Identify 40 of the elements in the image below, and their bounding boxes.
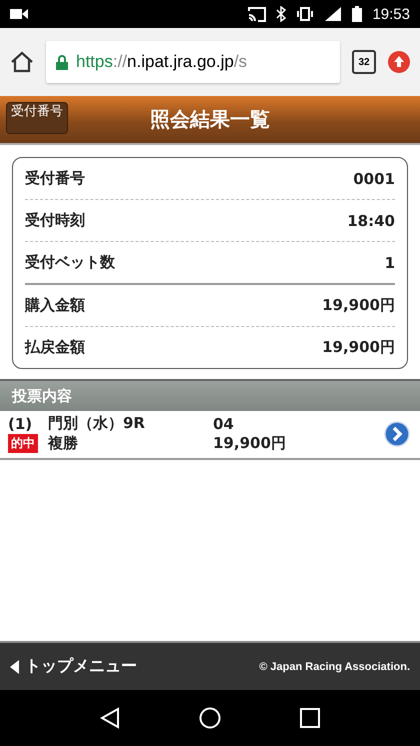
back-icon[interactable]	[100, 707, 120, 729]
address-bar[interactable]: https://n.ipat.jra.go.jp/s	[46, 41, 340, 83]
url-text: https://n.ipat.jra.go.jp/s	[76, 52, 248, 72]
race-name: 門別（水）9R	[48, 414, 146, 433]
home-circle-icon[interactable]	[198, 707, 221, 729]
field-label: 購入金額	[25, 296, 85, 315]
field-value: 19,900円	[322, 296, 395, 315]
camera-icon	[10, 8, 28, 20]
bluetooth-icon	[276, 6, 286, 22]
page-title: 照会結果一覧	[150, 106, 270, 133]
copyright-text: © Japan Racing Association.	[259, 660, 410, 672]
hit-badge: 的中	[8, 434, 38, 453]
home-icon[interactable]	[10, 51, 34, 73]
field-label: 受付番号	[25, 169, 85, 188]
bet-index: (1)	[8, 414, 34, 432]
bet-type: 複勝	[48, 434, 79, 453]
cast-icon	[248, 6, 266, 22]
lock-icon	[56, 54, 68, 70]
section-title: 投票内容	[12, 386, 72, 406]
field-label: 受付ベット数	[25, 253, 115, 272]
bet-selection: 04	[213, 414, 235, 432]
battery-icon	[352, 6, 362, 22]
bet-amount: 19,900円	[213, 434, 287, 453]
field-label: 受付時刻	[25, 211, 85, 230]
field-label: 払戻金額	[25, 338, 85, 357]
top-menu-link[interactable]: トップメニュー	[10, 656, 137, 677]
field-value: 18:40	[347, 212, 395, 230]
field-value: 1	[384, 254, 395, 272]
bet-row[interactable]: (1) 門別（水）9R 04 的中 複勝 19,900円	[0, 411, 420, 460]
upload-icon[interactable]	[388, 51, 410, 73]
vibrate-icon	[296, 7, 314, 21]
left-arrow-icon	[10, 660, 19, 674]
tab-count[interactable]: 32	[352, 50, 376, 74]
field-value: 0001	[353, 170, 395, 188]
chevron-icon[interactable]	[384, 420, 410, 446]
back-button[interactable]: 受付番号	[6, 102, 68, 134]
clock-time: 19:53	[372, 6, 410, 22]
recents-icon[interactable]	[300, 708, 320, 728]
signal-icon	[324, 6, 342, 22]
field-value: 19,900円	[322, 338, 395, 357]
